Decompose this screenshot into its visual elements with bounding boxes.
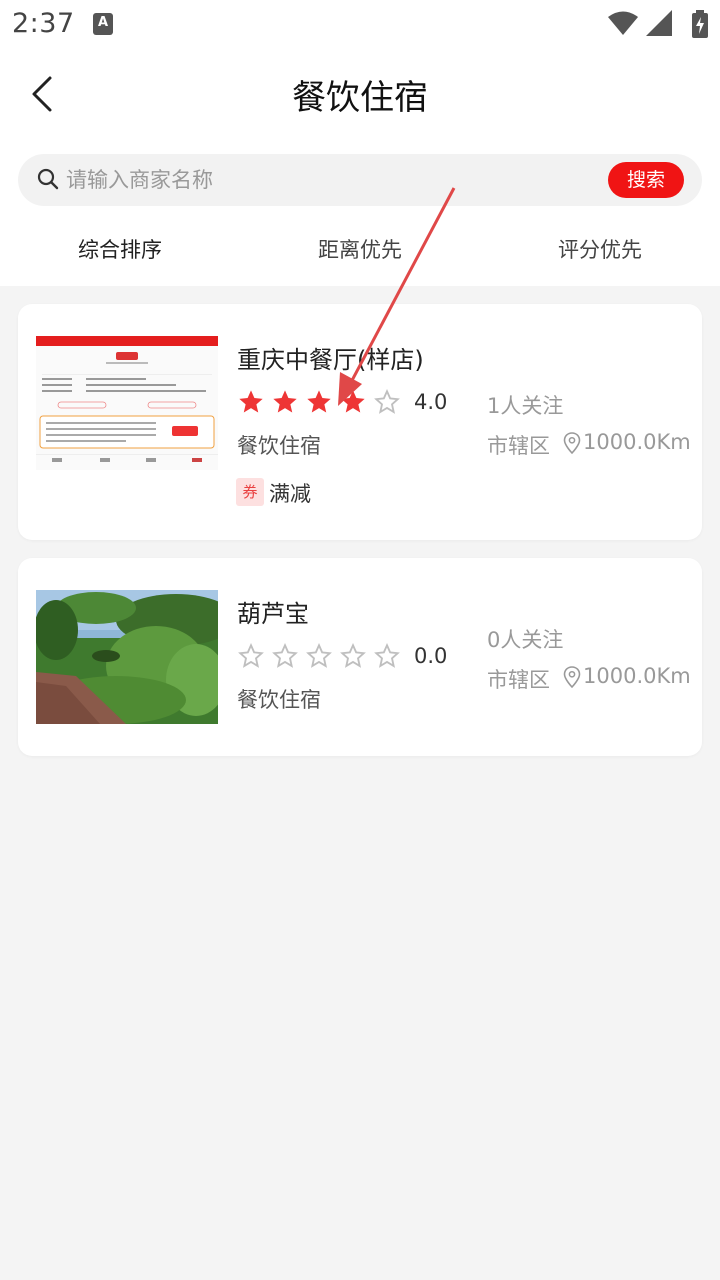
star-filled-icon	[341, 390, 365, 413]
rating-value: 4.0	[414, 390, 448, 414]
tab-comprehensive-sort[interactable]: 综合排序	[0, 234, 240, 264]
battery-icon	[692, 10, 708, 38]
wifi-icon	[608, 11, 638, 35]
notification-app-icon: A	[93, 13, 113, 35]
nav-bar: 餐饮住宿	[0, 54, 720, 134]
shop-district: 市辖区	[487, 434, 550, 458]
star-empty-icon	[272, 642, 298, 668]
star-empty-icon	[238, 642, 264, 668]
shop-distance: 1000.0Km	[583, 664, 691, 688]
star-empty-icon	[374, 388, 400, 414]
status-bar: 2:37 A	[0, 0, 720, 50]
star-filled-icon	[273, 390, 297, 413]
sort-tabs: 综合排序 距离优先 评分优先	[0, 226, 720, 280]
location-pin-icon	[563, 432, 581, 454]
shop-district: 市辖区	[487, 668, 550, 692]
status-time: 2:37	[12, 8, 75, 39]
tab-rating-first[interactable]: 评分优先	[480, 234, 720, 264]
shop-card[interactable]: 重庆中餐厅(样店) 4.0 餐饮住宿 1人关注 市辖区 1000.0Km 券 满…	[18, 304, 702, 540]
location-pin-icon	[563, 666, 581, 688]
rating-value: 0.0	[414, 644, 448, 668]
shop-distance: 1000.0Km	[583, 430, 691, 454]
signal-icon	[646, 10, 672, 36]
shop-thumbnail	[36, 336, 218, 470]
coupon-badge: 券	[236, 478, 264, 506]
shop-name: 重庆中餐厅(样店)	[237, 346, 424, 374]
star-empty-icon	[374, 642, 400, 668]
coupon-text: 满减	[269, 482, 311, 506]
search-box: 搜索	[18, 154, 702, 206]
star-empty-icon	[306, 642, 332, 668]
star-filled-icon	[239, 390, 263, 413]
search-button[interactable]: 搜索	[608, 162, 684, 198]
follower-count: 1人关注	[487, 394, 564, 418]
page-title: 餐饮住宿	[292, 78, 428, 118]
follower-count: 0人关注	[487, 628, 564, 652]
tab-distance-first[interactable]: 距离优先	[240, 234, 480, 264]
shop-name: 葫芦宝	[237, 600, 309, 628]
search-icon	[37, 168, 59, 190]
shop-card[interactable]: 葫芦宝 0.0 餐饮住宿 0人关注 市辖区 1000.0Km	[18, 558, 702, 756]
search-input[interactable]	[66, 160, 596, 200]
shop-thumbnail	[36, 590, 218, 724]
star-empty-icon	[340, 642, 366, 668]
shop-category: 餐饮住宿	[237, 434, 321, 458]
shop-category: 餐饮住宿	[237, 688, 321, 712]
star-filled-icon	[307, 390, 331, 413]
